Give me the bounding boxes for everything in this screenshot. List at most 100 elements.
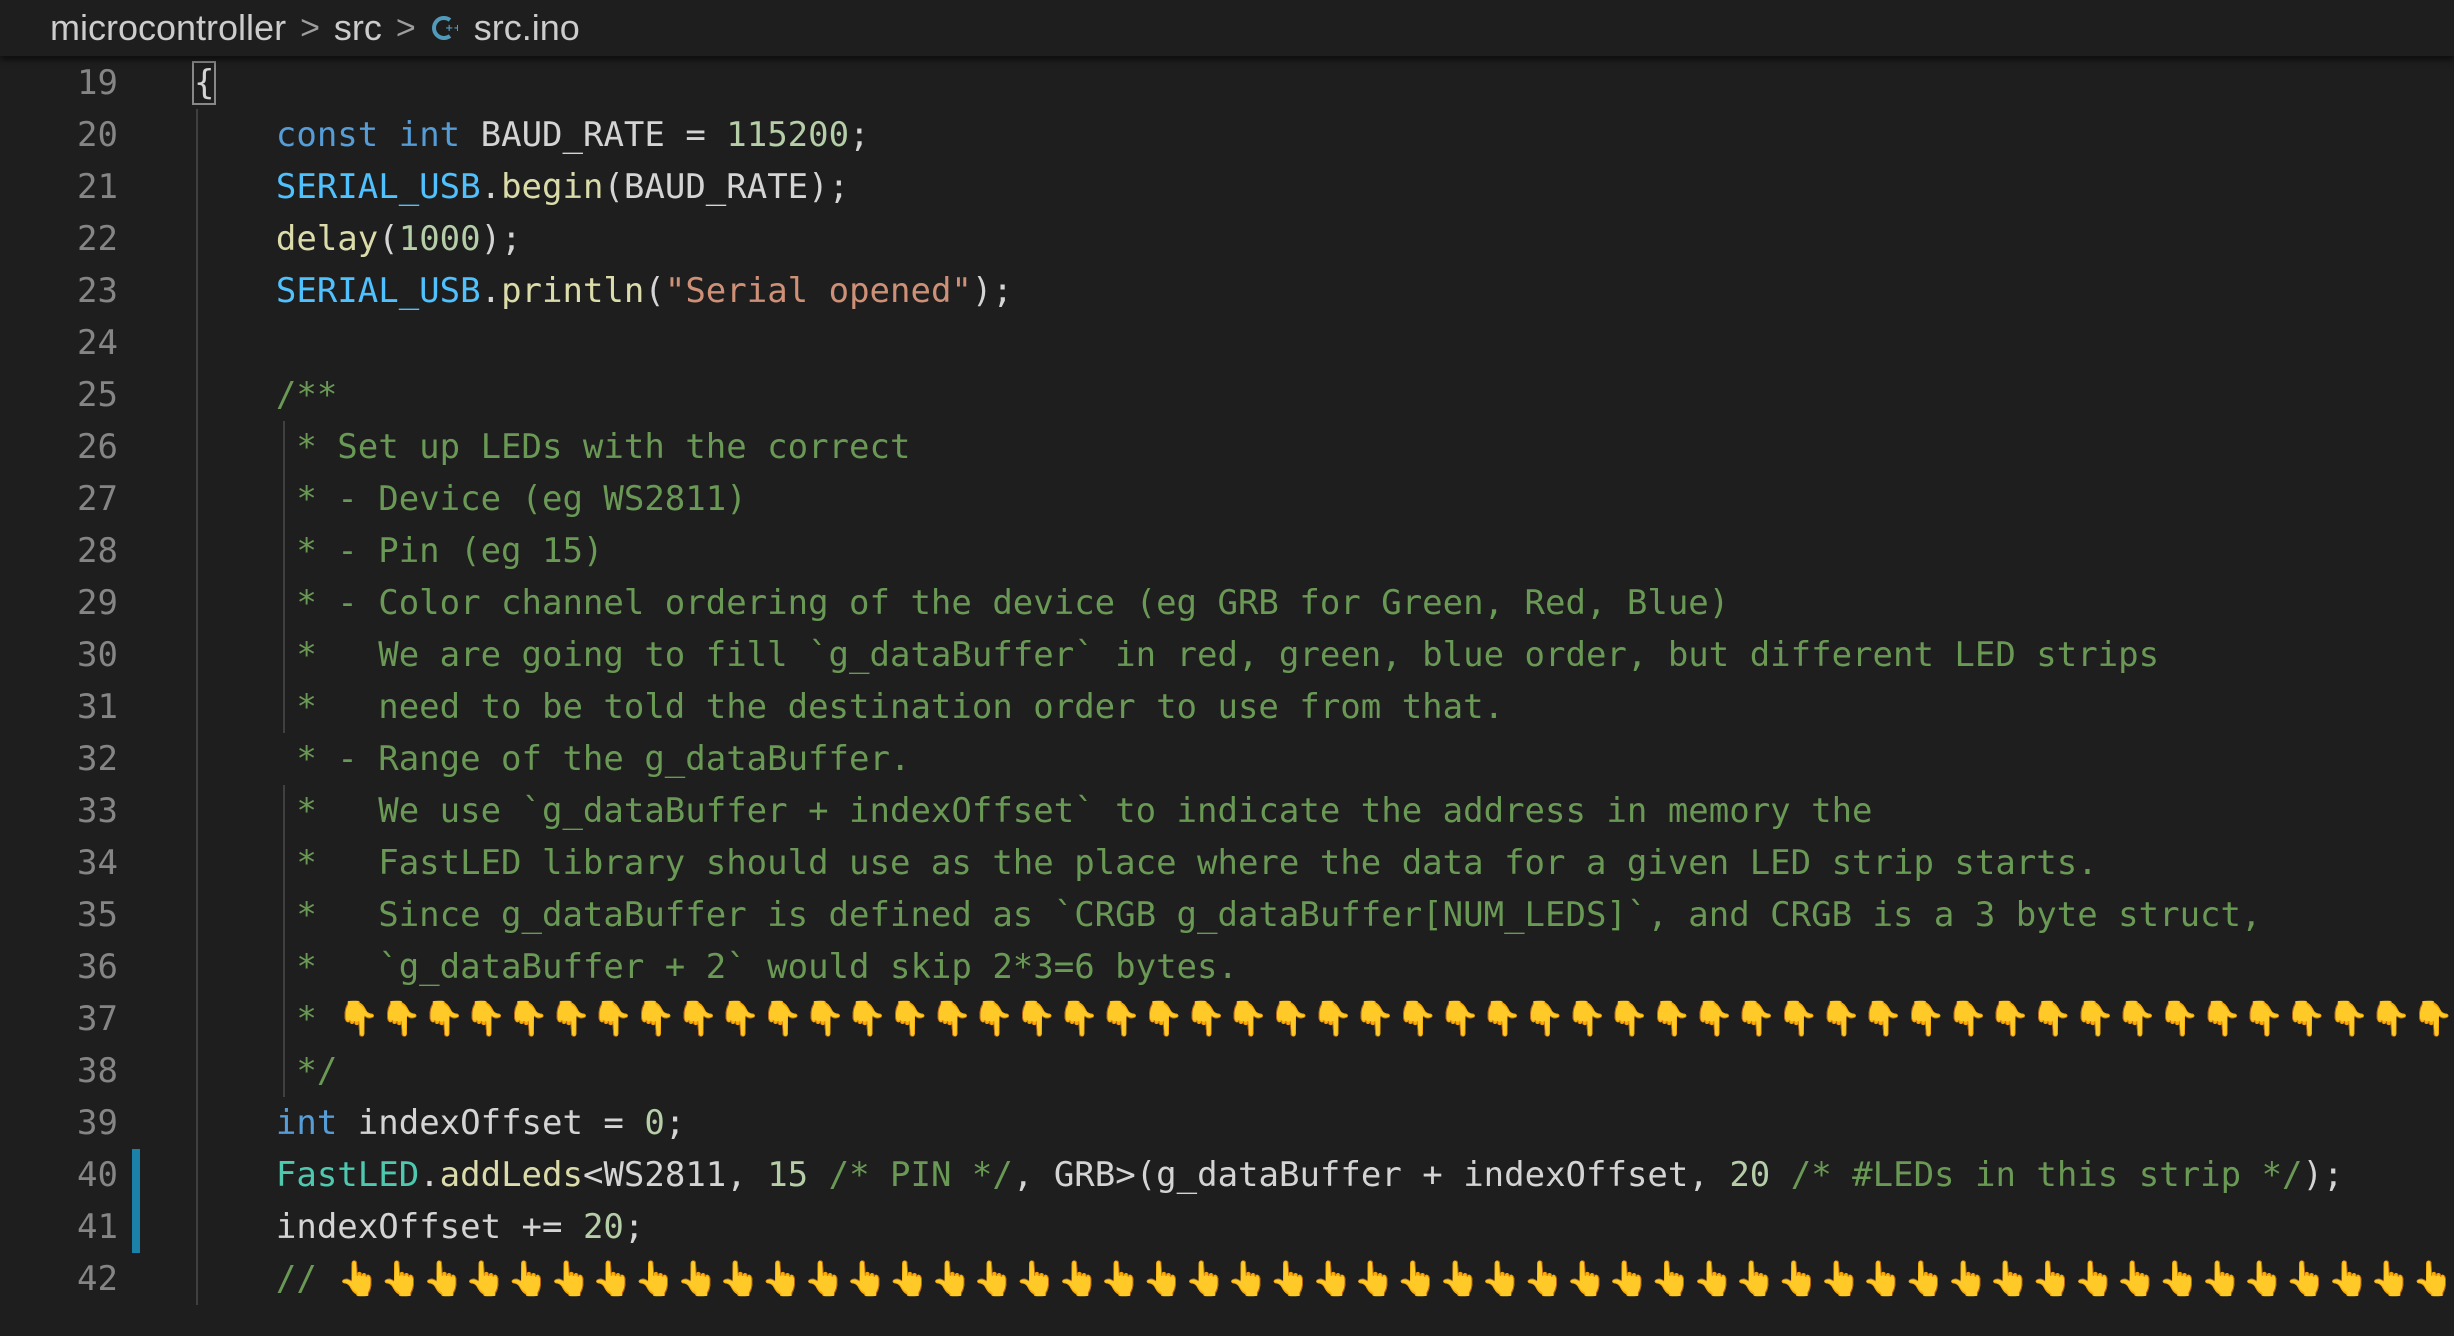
- line-number: 28: [77, 531, 118, 571]
- code-token: println: [501, 271, 645, 311]
- code-token: * - Device (eg WS2811): [194, 479, 747, 519]
- code-token: * `g_dataBuffer + 2` would skip 2*3=6 by…: [194, 947, 1238, 987]
- line-number: 38: [77, 1051, 118, 1091]
- code-token: * - Pin (eg 15): [194, 531, 604, 571]
- code-line[interactable]: 33 * We use `g_dataBuffer + indexOffset`…: [0, 785, 2454, 837]
- code-text: {: [191, 57, 217, 109]
- breadcrumb-item-src[interactable]: src: [334, 7, 382, 49]
- code-token: 0: [644, 1103, 665, 1143]
- code-token: 115200: [726, 115, 850, 155]
- code-token: */: [194, 1051, 338, 1091]
- code-line[interactable]: 37 * 👇👇👇👇👇👇👇👇👇👇👇👇👇👇👇👇👇👇👇👇👇👇👇👇👇👇👇👇👇👇👇👇👇👇👇…: [0, 993, 2454, 1045]
- code-text: // 👆👆👆👆👆👆👆👆👆👆👆👆👆👆👆👆👆👆👆👆👆👆👆👆👆👆👆👆👆👆👆👆👆👆👆👆👆…: [194, 1253, 2454, 1305]
- line-number: 24: [77, 323, 118, 363]
- code-line[interactable]: 29 * - Color channel ordering of the dev…: [0, 577, 2454, 629]
- code-line[interactable]: 31 * need to be told the destination ord…: [0, 681, 2454, 733]
- code-token: begin: [501, 167, 604, 207]
- code-lines: 18void setup()19{20 const int BAUD_RATE …: [0, 56, 2454, 1305]
- code-line[interactable]: 21 SERIAL_USB.begin(BAUD_RATE);: [0, 161, 2454, 213]
- code-token: /* PIN */: [828, 1155, 1013, 1195]
- code-token: // 👆👆👆👆👆👆👆👆👆👆👆👆👆👆👆👆👆👆👆👆👆👆👆👆👆👆👆👆👆👆👆👆👆👆👆👆👆…: [275, 1259, 2454, 1299]
- code-line[interactable]: 28 * - Pin (eg 15): [0, 525, 2454, 577]
- line-number: 27: [77, 479, 118, 519]
- code-line[interactable]: 34 * FastLED library should use as the p…: [0, 837, 2454, 889]
- code-token: * We use `g_dataBuffer + indexOffset` to…: [194, 791, 1873, 831]
- code-text: * FastLED library should use as the plac…: [194, 837, 2097, 889]
- line-number: 20: [77, 115, 118, 155]
- line-number: 36: [77, 947, 118, 987]
- code-token: * We are going to fill `g_dataBuffer` in…: [194, 635, 2160, 675]
- code-line[interactable]: 27 * - Device (eg WS2811): [0, 473, 2454, 525]
- line-number: 32: [77, 739, 118, 779]
- code-line[interactable]: 39 int indexOffset = 0;: [0, 1097, 2454, 1149]
- line-number: 33: [77, 791, 118, 831]
- code-token: 1000: [398, 219, 481, 259]
- code-token: FastLED: [275, 1155, 420, 1195]
- breadcrumb-item-file[interactable]: src.ino: [474, 7, 580, 49]
- code-token: ;: [623, 1207, 645, 1247]
- code-line[interactable]: 30 * We are going to fill `g_dataBuffer`…: [0, 629, 2454, 681]
- code-line[interactable]: 32 * - Range of the g_dataBuffer.: [0, 733, 2454, 785]
- code-editor[interactable]: 18void setup()19{20 const int BAUD_RATE …: [0, 56, 2454, 1336]
- code-line[interactable]: 23 SERIAL_USB.println("Serial opened");: [0, 265, 2454, 317]
- code-line[interactable]: 20 const int BAUD_RATE = 115200;: [0, 109, 2454, 161]
- code-token: (BAUD_RATE);: [603, 167, 850, 207]
- code-token: );: [480, 219, 522, 259]
- code-token: 20: [1729, 1155, 1771, 1195]
- code-token: SERIAL_USB: [275, 167, 481, 207]
- code-line[interactable]: 26 * Set up LEDs with the correct: [0, 421, 2454, 473]
- code-text: SERIAL_USB.println("Serial opened");: [194, 265, 1013, 317]
- line-number: 42: [77, 1259, 118, 1299]
- code-token: (: [378, 219, 399, 259]
- code-token: /* #LEDs in this strip */: [1790, 1155, 2303, 1195]
- code-line[interactable]: 40 FastLED.addLeds<WS2811, 15 /* PIN */,…: [0, 1149, 2454, 1201]
- code-token: * 👇👇👇👇👇👇👇👇👇👇👇👇👇👇👇👇👇👇👇👇👇👇👇👇👇👇👇👇👇👇👇👇👇👇👇👇👇👇…: [296, 999, 2454, 1039]
- code-token: SERIAL_USB: [275, 271, 481, 311]
- code-text: * - Pin (eg 15): [194, 525, 603, 577]
- code-line[interactable]: 24: [0, 317, 2454, 369]
- code-text: FastLED.addLeds<WS2811, 15 /* PIN */, GR…: [194, 1149, 2344, 1201]
- code-text: int indexOffset = 0;: [194, 1097, 685, 1149]
- code-line[interactable]: 36 * `g_dataBuffer + 2` would skip 2*3=6…: [0, 941, 2454, 993]
- code-token: (: [644, 271, 665, 311]
- code-line[interactable]: 42 // 👆👆👆👆👆👆👆👆👆👆👆👆👆👆👆👆👆👆👆👆👆👆👆👆👆👆👆👆👆👆👆👆👆👆…: [0, 1253, 2454, 1305]
- code-line[interactable]: 35 * Since g_dataBuffer is defined as `C…: [0, 889, 2454, 941]
- line-number: 23: [77, 271, 118, 311]
- code-token: .: [480, 167, 502, 207]
- code-text: * We are going to fill `g_dataBuffer` in…: [194, 629, 2159, 681]
- code-text: * Set up LEDs with the correct: [194, 421, 910, 473]
- line-number: 21: [77, 167, 118, 207]
- svg-text:++: ++: [445, 23, 458, 34]
- code-text: * - Range of the g_dataBuffer.: [194, 733, 910, 785]
- code-token: indexOffset +=: [194, 1207, 583, 1247]
- code-line[interactable]: 25 /**: [0, 369, 2454, 421]
- code-line[interactable]: 19 {: [0, 57, 2454, 109]
- code-token: indexOffset =: [337, 1103, 645, 1143]
- code-text: delay(1000);: [194, 213, 522, 265]
- code-text: indexOffset += 20;: [194, 1201, 645, 1253]
- line-number: 29: [77, 583, 118, 623]
- code-text: */: [194, 1045, 337, 1097]
- code-token: * need to be told the destination order …: [194, 687, 1505, 727]
- code-line[interactable]: 38 */: [0, 1045, 2454, 1097]
- code-token: * Since g_dataBuffer is defined as `CRGB…: [194, 895, 2262, 935]
- code-line[interactable]: 22 delay(1000);: [0, 213, 2454, 265]
- code-line[interactable]: 41 indexOffset += 20;: [0, 1201, 2454, 1253]
- modified-line-marker: [132, 1149, 140, 1201]
- code-token: .: [480, 271, 502, 311]
- modified-line-marker: [132, 1201, 140, 1253]
- line-number: 39: [77, 1103, 118, 1143]
- line-number: 26: [77, 427, 118, 467]
- chevron-right-icon: >: [300, 8, 320, 47]
- code-token: const: [275, 115, 379, 155]
- breadcrumb-item-folder[interactable]: microcontroller: [50, 7, 286, 49]
- code-token: * - Color channel ordering of the device…: [194, 583, 1730, 623]
- line-number: 25: [77, 375, 118, 415]
- code-token: );: [2302, 1155, 2344, 1195]
- code-token: "Serial opened": [664, 271, 972, 311]
